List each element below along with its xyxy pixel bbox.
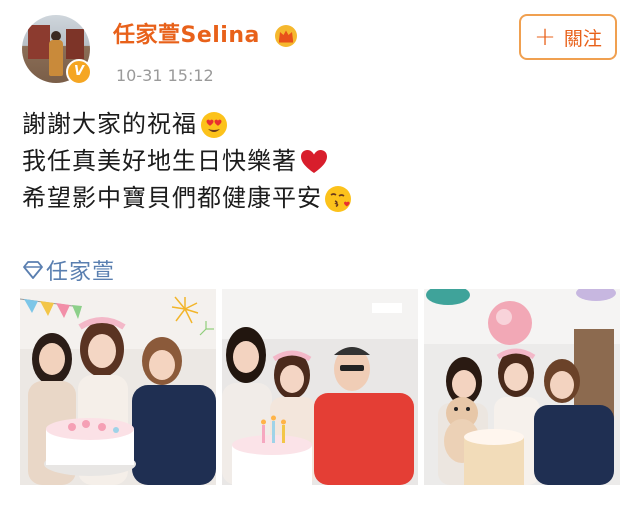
follow-button[interactable]: + 關注	[519, 14, 617, 60]
birthday-photo-2[interactable]	[222, 289, 418, 485]
weibo-post: V 任家萱Selina 10-31 15:12 + 關注 謝謝大家的祝福 我任真…	[0, 0, 640, 511]
follow-button-label: 關注	[563, 27, 602, 50]
topic-link[interactable]: 任家萱	[22, 254, 115, 286]
post-timestamp: 10-31 15:12	[116, 66, 214, 85]
plus-icon: +	[534, 22, 556, 52]
crown-icon	[275, 25, 297, 47]
content-line-text: 希望影中寶貝們都健康平安	[22, 184, 322, 212]
diamond-icon	[23, 261, 43, 279]
heart-eyes-emoji-icon	[201, 111, 227, 138]
birthday-photo-3[interactable]	[424, 289, 620, 485]
kiss-emoji-icon	[325, 185, 351, 212]
content-line: 希望影中寶貝們都健康平安	[22, 180, 354, 217]
content-line-text: 我任真美好地生日快樂著	[22, 147, 297, 175]
post-content: 謝謝大家的祝福 我任真美好地生日快樂著 希望影中寶貝們都健康平安	[22, 106, 354, 217]
username[interactable]: 任家萱Selina	[113, 22, 260, 50]
photo-grid	[20, 289, 620, 485]
red-heart-emoji-icon	[301, 149, 327, 173]
birthday-photo-1[interactable]	[20, 289, 216, 485]
content-line-text: 謝謝大家的祝福	[22, 110, 197, 138]
topic-label: 任家萱	[46, 260, 116, 285]
verified-badge-icon: V	[66, 59, 92, 85]
content-line: 謝謝大家的祝福	[22, 106, 354, 143]
avatar[interactable]: V	[22, 15, 92, 85]
content-line: 我任真美好地生日快樂著	[22, 143, 354, 180]
